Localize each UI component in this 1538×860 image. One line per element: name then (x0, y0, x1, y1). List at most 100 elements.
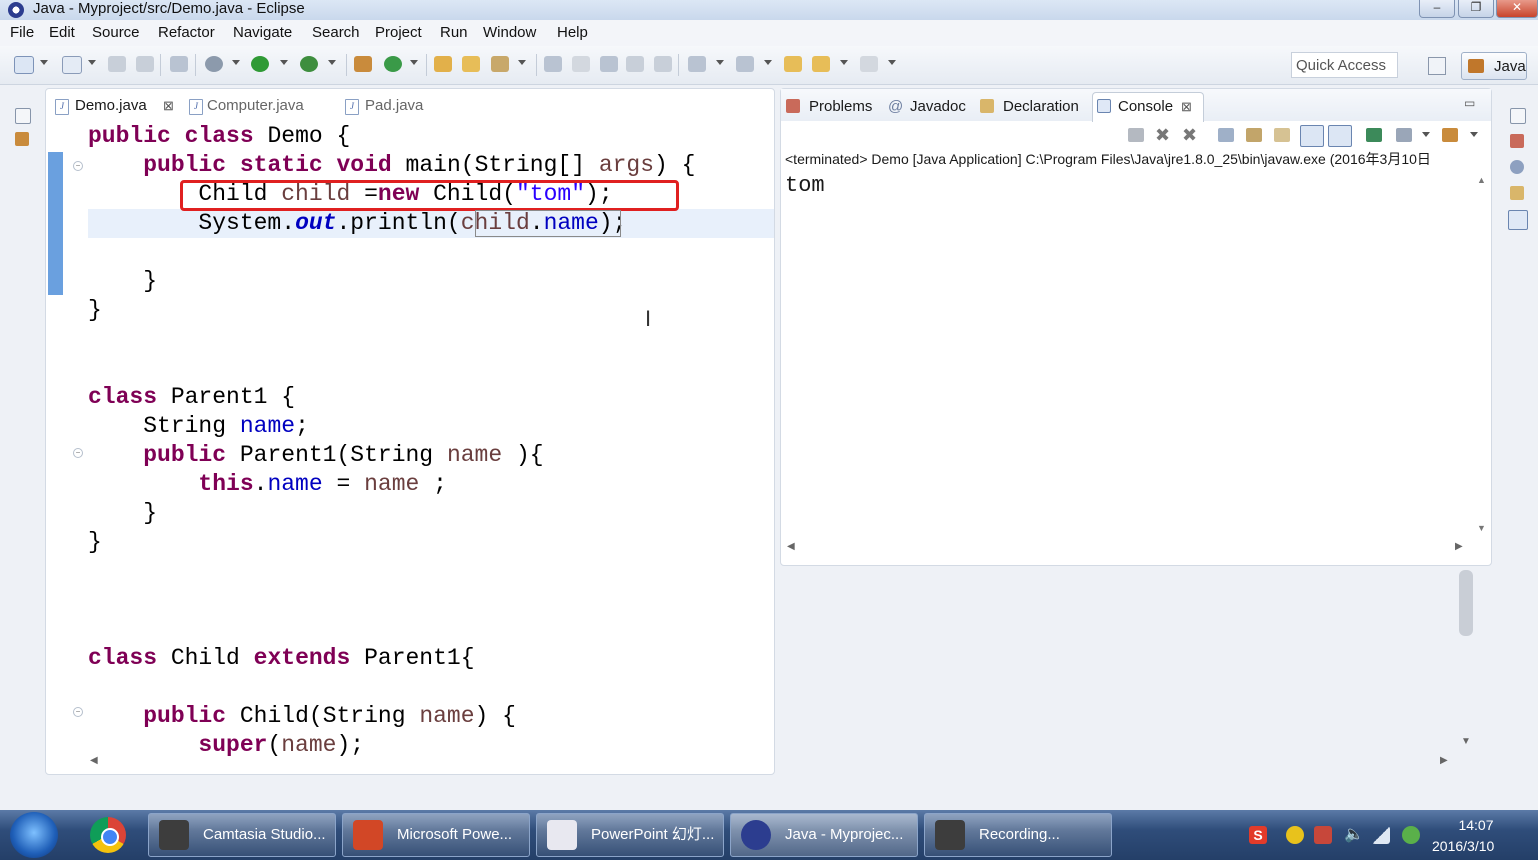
menu-edit[interactable]: Edit (49, 20, 75, 46)
open-type-icon[interactable] (434, 56, 452, 72)
toggle-highlight-icon[interactable] (600, 56, 618, 72)
toggle-mark-icon[interactable] (544, 56, 562, 72)
last-edit-location-icon[interactable] (784, 56, 802, 72)
block-selection-icon[interactable] (626, 56, 644, 72)
editor-horizontal-scrollbar[interactable]: ◀ ▶ (88, 755, 1458, 769)
menu-run[interactable]: Run (440, 20, 468, 46)
new-java-project-icon[interactable] (354, 56, 372, 72)
taskbar-recording[interactable]: Recording... (924, 813, 1112, 857)
tab-demo-java[interactable]: J Demo.java ⊠ (53, 91, 179, 121)
tray-shield-icon[interactable] (1402, 826, 1420, 844)
taskbar-camtasia[interactable]: Camtasia Studio... (148, 813, 336, 857)
forward-icon[interactable] (860, 56, 878, 72)
debug-dropdown-icon[interactable] (232, 60, 240, 65)
pin-console-icon[interactable] (1366, 128, 1382, 142)
open-console-icon[interactable] (1442, 128, 1458, 142)
code-line[interactable]: } (88, 528, 102, 557)
skip-breakpoints-icon[interactable] (170, 56, 188, 72)
code-line[interactable]: public Parent1(String name ){ (88, 441, 543, 470)
back-dropdown-icon[interactable] (840, 60, 848, 65)
code-line[interactable]: class Parent1 { (88, 383, 295, 412)
new-file-dropdown-icon[interactable] (88, 60, 96, 65)
restore-icon[interactable] (15, 108, 31, 124)
sogou-input-icon[interactable]: S (1249, 826, 1267, 844)
word-wrap-icon[interactable] (1274, 128, 1290, 142)
tray-plus-icon[interactable] (1286, 826, 1304, 844)
tab-problems[interactable]: Problems (785, 96, 880, 118)
code-line[interactable]: String name; (88, 412, 309, 441)
restore-icon[interactable] (1510, 108, 1526, 124)
close-tab-icon[interactable]: ⊠ (163, 99, 175, 112)
scroll-down-icon[interactable]: ▼ (1477, 523, 1486, 533)
code-line[interactable]: public static void main(String[] args) { (88, 151, 695, 180)
scroll-lock-icon[interactable] (1246, 128, 1262, 142)
tab-console[interactable]: Console ⊠ (1097, 96, 1202, 118)
code-line[interactable]: class Child extends Parent1{ (88, 644, 475, 673)
declaration-icon[interactable] (1510, 186, 1524, 200)
fold-toggle-icon[interactable]: − (73, 161, 83, 171)
console-vertical-scrollbar[interactable]: ▲ ▼ (1473, 175, 1489, 535)
quick-access-input[interactable]: Quick Access (1291, 52, 1398, 78)
show-on-stderr-icon[interactable] (1328, 125, 1352, 147)
next-annotation-dropdown-icon[interactable] (716, 60, 724, 65)
fold-toggle-icon[interactable]: − (73, 707, 83, 717)
code-line[interactable]: } (88, 267, 157, 296)
back-icon[interactable] (812, 56, 830, 72)
close-tab-icon[interactable]: ⊠ (1181, 96, 1192, 118)
tab-declaration[interactable]: Declaration (979, 96, 1084, 118)
console-icon[interactable] (1508, 210, 1528, 230)
show-on-stdout-icon[interactable] (1300, 125, 1324, 147)
menu-source[interactable]: Source (92, 20, 140, 46)
tray-security-icon[interactable] (1314, 826, 1332, 844)
open-console-dropdown-icon[interactable] (1470, 132, 1478, 137)
code-line[interactable]: } (88, 499, 157, 528)
taskbar-powerpoint[interactable]: Microsoft Powe... (342, 813, 530, 857)
package-explorer-icon[interactable] (15, 132, 29, 146)
minimize-button[interactable]: – (1419, 0, 1455, 18)
open-task-icon[interactable] (462, 56, 480, 72)
code-line[interactable]: } (88, 296, 102, 325)
console-output[interactable]: tom (785, 172, 825, 200)
display-console-dropdown-icon[interactable] (1422, 132, 1430, 137)
remove-launch-icon[interactable]: ✖ (1155, 126, 1171, 144)
taskbar-eclipse[interactable]: Java - Myprojec... (730, 813, 918, 857)
new-class-icon[interactable] (384, 56, 402, 72)
menu-project[interactable]: Project (375, 20, 422, 46)
menu-refactor[interactable]: Refactor (158, 20, 215, 46)
menu-help[interactable]: Help (557, 20, 588, 46)
debug-icon[interactable] (205, 56, 223, 72)
minimize-view-icon[interactable]: ▭ (1464, 96, 1475, 110)
scroll-down-icon[interactable]: ▼ (1461, 736, 1471, 747)
remove-all-terminated-icon[interactable]: ✖ (1182, 126, 1198, 144)
close-button[interactable]: ✕ (1496, 0, 1538, 18)
code-line[interactable]: public class Demo { (88, 122, 350, 151)
coverage-icon[interactable] (300, 56, 318, 72)
menu-navigate[interactable]: Navigate (233, 20, 292, 46)
open-perspective-icon[interactable] (1428, 57, 1446, 75)
next-annotation-icon[interactable] (688, 56, 706, 72)
maximize-button[interactable]: ❐ (1458, 0, 1494, 18)
start-button[interactable] (10, 812, 58, 858)
scroll-left-icon[interactable]: ◀ (90, 755, 98, 766)
search-icon[interactable] (491, 56, 509, 72)
run-icon[interactable] (251, 56, 269, 72)
save-icon[interactable] (108, 56, 126, 72)
menu-file[interactable]: File (10, 20, 34, 46)
toggle-annotation-icon[interactable] (572, 56, 590, 72)
javadoc-icon[interactable] (1510, 160, 1524, 174)
code-line[interactable]: public Child(String name) { (88, 702, 516, 731)
new-file-icon[interactable] (62, 56, 82, 74)
new-icon[interactable] (14, 56, 34, 74)
clock-date[interactable]: 2016/3/10 (1432, 837, 1494, 855)
menu-window[interactable]: Window (483, 20, 536, 46)
console-horizontal-scrollbar[interactable]: ◀ ▶ (785, 541, 1475, 555)
show-whitespace-icon[interactable] (654, 56, 672, 72)
forward-dropdown-icon[interactable] (888, 60, 896, 65)
tab-computer-java[interactable]: J Computer.java (187, 91, 317, 121)
scroll-right-icon[interactable]: ▶ (1440, 755, 1448, 766)
scroll-left-icon[interactable]: ◀ (787, 541, 795, 552)
menu-search[interactable]: Search (312, 20, 360, 46)
new-dropdown-icon[interactable] (40, 60, 48, 65)
taskbar-powerpoint-slides[interactable]: PowerPoint 幻灯... (536, 813, 724, 857)
network-icon[interactable] (1372, 826, 1390, 844)
